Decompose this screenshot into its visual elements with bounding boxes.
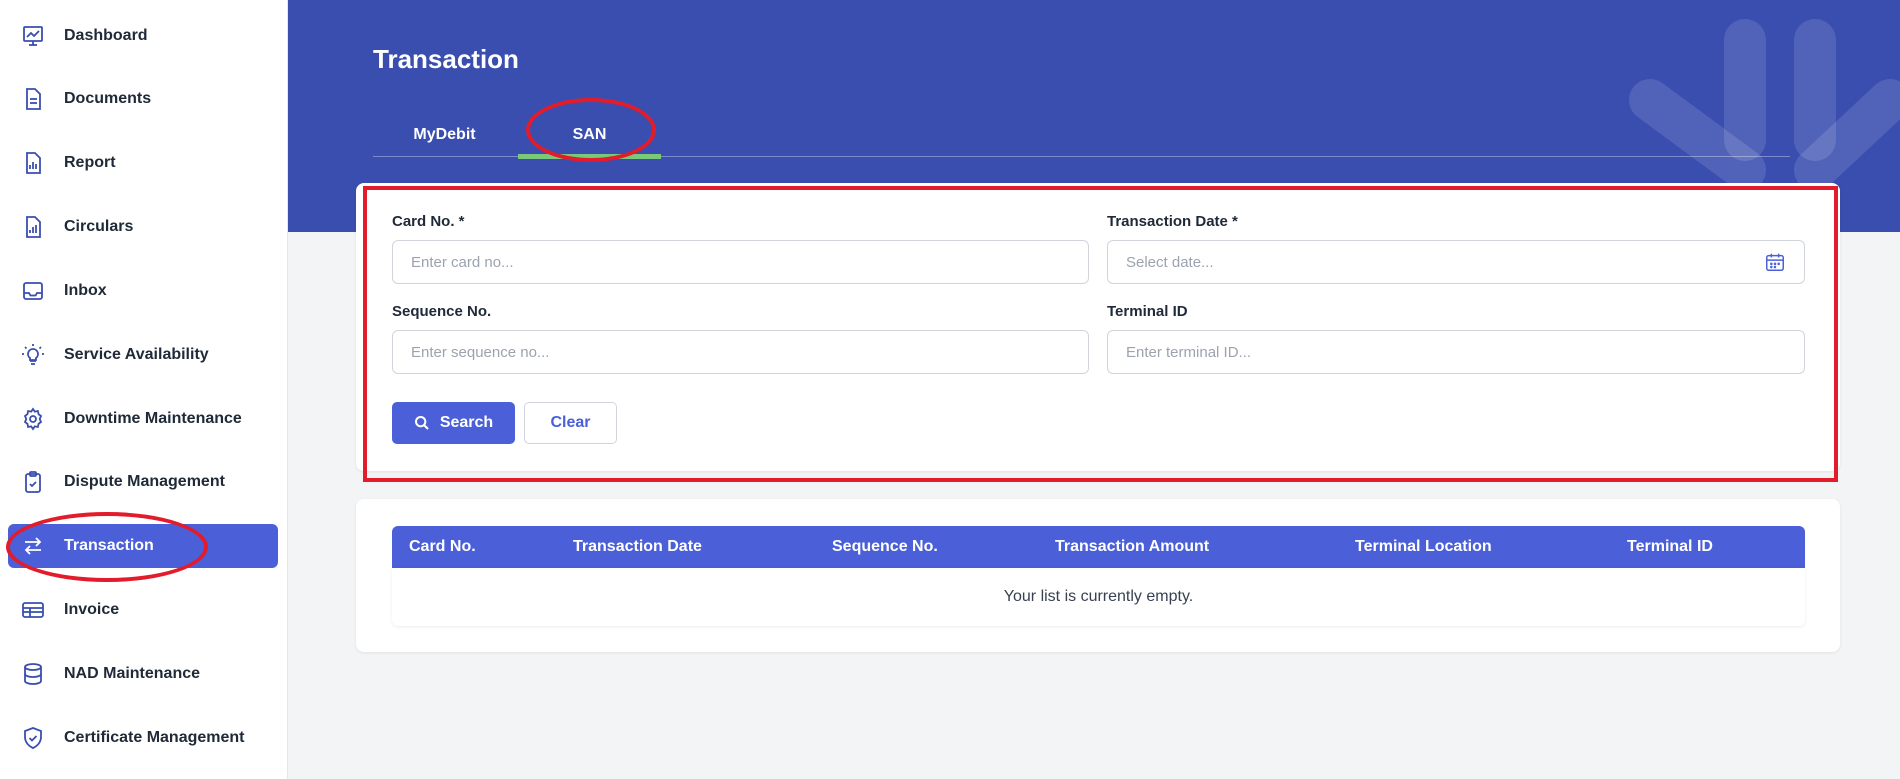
sidebar-item-label: Transaction <box>64 537 154 554</box>
document-icon <box>20 86 46 112</box>
sidebar-item-documents[interactable]: Documents <box>8 77 278 121</box>
transaction-date-label: Transaction Date * <box>1107 213 1238 230</box>
terminal-id-label: Terminal ID <box>1107 303 1188 320</box>
sidebar-item-label: Documents <box>64 90 152 107</box>
card-no-input[interactable] <box>392 240 1089 284</box>
tab-san[interactable]: SAN <box>518 112 661 159</box>
column-header-card-no: Card No. <box>409 538 476 555</box>
sidebar-item-transaction[interactable]: Transaction <box>8 524 278 568</box>
report-icon <box>20 150 46 176</box>
invoice-icon <box>20 597 46 623</box>
sidebar-item-label: NAD Maintenance <box>64 665 201 682</box>
inbox-icon <box>20 278 46 304</box>
sidebar-item-label: Dashboard <box>64 27 148 44</box>
tab-bar: MyDebit SAN <box>373 112 1790 159</box>
page-title: Transaction <box>373 44 519 74</box>
sidebar-item-label: Downtime Maintenance <box>64 410 242 427</box>
sidebar: Dashboard Documents Report Circulars Inb… <box>0 0 288 779</box>
database-icon <box>20 661 46 687</box>
dashboard-chart-icon <box>20 23 46 49</box>
empty-state-message: Your list is currently empty. <box>392 568 1805 626</box>
column-header-terminal-id: Terminal ID <box>1627 538 1713 555</box>
sidebar-item-label: Inbox <box>64 282 107 299</box>
sidebar-item-circulars[interactable]: Circulars <box>8 205 278 249</box>
sidebar-item-dashboard[interactable]: Dashboard <box>8 14 278 58</box>
sidebar-item-label: Certificate Management <box>64 729 245 746</box>
sidebar-item-label: Circulars <box>64 218 134 235</box>
calendar-icon[interactable] <box>1764 251 1786 273</box>
clipboard-icon <box>20 469 46 495</box>
sidebar-item-inbox[interactable]: Inbox <box>8 269 278 313</box>
card-no-label: Card No. * <box>392 213 465 230</box>
column-header-sequence-no: Sequence No. <box>832 538 938 555</box>
sidebar-item-report[interactable]: Report <box>8 141 278 185</box>
sidebar-item-label: Report <box>64 154 116 171</box>
search-button[interactable]: Search <box>392 402 515 444</box>
sidebar-item-certificate-management[interactable]: Certificate Management <box>8 716 278 760</box>
column-header-transaction-date: Transaction Date <box>573 538 702 555</box>
table-header: Card No. Transaction Date Sequence No. T… <box>392 526 1805 568</box>
sidebar-item-dispute-management[interactable]: Dispute Management <box>8 460 278 504</box>
lightbulb-icon <box>20 342 46 368</box>
terminal-id-input[interactable] <box>1107 330 1805 374</box>
transaction-date-input[interactable] <box>1107 240 1805 284</box>
search-button-label: Search <box>439 414 494 431</box>
sidebar-item-label: Invoice <box>64 601 120 618</box>
clear-button[interactable]: Clear <box>524 402 617 444</box>
gear-icon <box>20 406 46 432</box>
column-header-transaction-amount: Transaction Amount <box>1055 538 1210 555</box>
search-icon <box>414 416 429 430</box>
sidebar-item-label: Dispute Management <box>64 473 225 490</box>
sidebar-item-nad-maintenance[interactable]: NAD Maintenance <box>8 652 278 696</box>
column-header-terminal-location: Terminal Location <box>1355 538 1492 555</box>
sidebar-item-service-availability[interactable]: Service Availability <box>8 333 278 377</box>
circulars-icon <box>20 214 46 240</box>
transfer-arrows-icon <box>20 533 46 559</box>
sequence-no-input[interactable] <box>392 330 1089 374</box>
sidebar-item-downtime-maintenance[interactable]: Downtime Maintenance <box>8 397 278 441</box>
shield-check-icon <box>20 725 46 751</box>
sequence-no-label: Sequence No. <box>392 303 492 320</box>
sidebar-item-invoice[interactable]: Invoice <box>8 588 278 632</box>
sidebar-item-label: Service Availability <box>64 346 209 363</box>
tab-mydebit[interactable]: MyDebit <box>373 112 516 157</box>
